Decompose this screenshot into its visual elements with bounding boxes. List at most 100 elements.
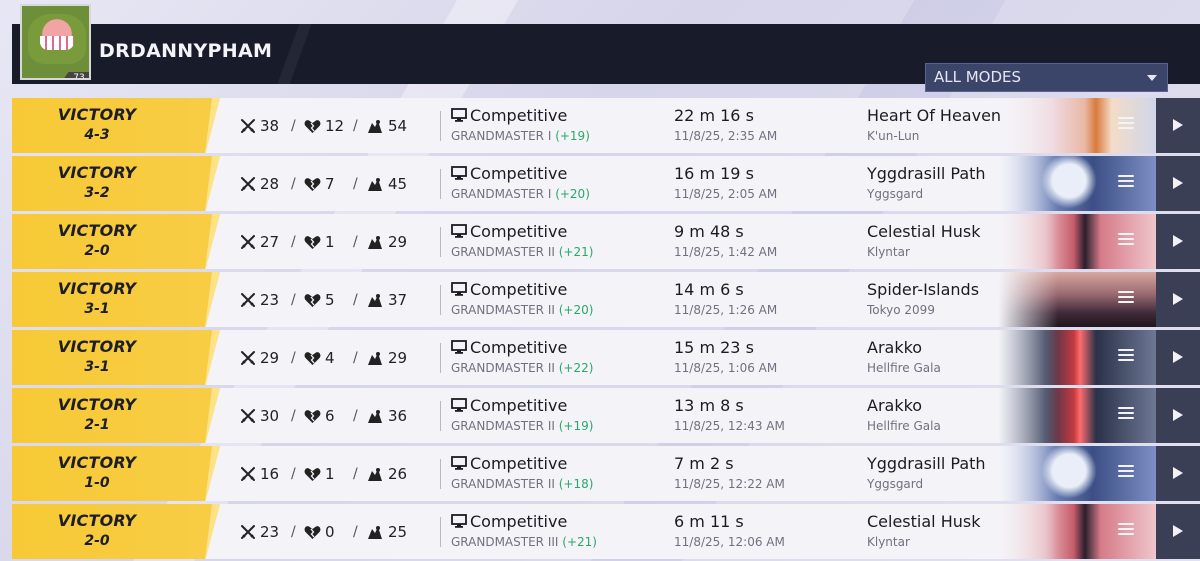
map-region: Tokyo 2099 — [867, 303, 935, 317]
assists-value: 29 — [388, 349, 408, 367]
map-name: Spider-Islands — [867, 280, 980, 299]
replay-play-button[interactable] — [1156, 388, 1200, 443]
monitor-icon — [451, 108, 470, 123]
rank-label: GRANDMASTER I — [451, 187, 552, 201]
assists-value: 54 — [388, 117, 408, 135]
replay-play-button[interactable] — [1156, 98, 1200, 153]
assists-stat: 45 — [366, 175, 407, 193]
match-duration: 14 m 6 s — [674, 280, 744, 299]
menu-icon[interactable] — [1118, 291, 1134, 305]
menu-icon[interactable] — [1118, 175, 1134, 189]
match-row[interactable]: VICTORY 2-1 30 / 6 / 36 Competitive GRAN… — [12, 388, 1200, 443]
broken-heart-icon — [304, 235, 325, 250]
map-region: K'un-Lun — [867, 129, 920, 143]
kills-stat: 27 — [240, 233, 279, 251]
rank-delta: (+18) — [558, 477, 594, 491]
rank-delta: (+19) — [558, 419, 594, 433]
replay-play-button[interactable] — [1156, 214, 1200, 269]
rank-info: GRANDMASTER I (+20) — [451, 187, 590, 201]
result-score: 2-1 — [84, 417, 110, 433]
replay-play-button[interactable] — [1156, 446, 1200, 501]
mode-filter-dropdown[interactable]: ALL MODES — [925, 63, 1168, 92]
column-divider — [440, 169, 441, 199]
kills-value: 29 — [260, 349, 280, 367]
match-duration: 22 m 16 s — [674, 106, 754, 125]
map-region: Hellfire Gala — [867, 361, 941, 375]
menu-icon[interactable] — [1118, 117, 1134, 131]
broken-heart-icon — [304, 409, 325, 424]
map-thumbnail-fade — [998, 446, 1058, 501]
deaths-stat: 4 — [304, 349, 335, 367]
stat-separator: / — [291, 524, 296, 540]
map-region: Yggsgard — [867, 187, 924, 201]
stat-separator: / — [353, 234, 358, 250]
map-name: Arakko — [867, 396, 923, 415]
replay-play-button[interactable] — [1156, 156, 1200, 211]
game-mode: Competitive — [451, 338, 567, 357]
menu-icon[interactable] — [1118, 233, 1134, 247]
match-row[interactable]: VICTORY 3-1 23 / 5 / 37 Competitive GRAN… — [12, 272, 1200, 327]
result-label: VICTORY — [57, 511, 137, 530]
game-mode-label: Competitive — [470, 280, 568, 299]
avatar[interactable]: 73 — [20, 4, 91, 80]
assists-value: 25 — [388, 523, 408, 541]
map-region: Yggsgard — [867, 477, 924, 491]
assists-stat: 54 — [366, 117, 407, 135]
deaths-stat: 6 — [304, 407, 335, 425]
kills-value: 27 — [260, 233, 280, 251]
map-region: Hellfire Gala — [867, 419, 941, 433]
menu-icon[interactable] — [1118, 349, 1134, 363]
match-row[interactable]: VICTORY 3-2 28 / 7 / 45 Competitive GRAN… — [12, 156, 1200, 211]
stat-separator: / — [291, 466, 296, 482]
stat-separator: / — [291, 292, 296, 308]
rank-info: GRANDMASTER II (+18) — [451, 477, 593, 491]
assists-stat: 29 — [366, 349, 407, 367]
assists-stat: 26 — [366, 465, 407, 483]
match-duration: 16 m 19 s — [674, 164, 754, 183]
match-row[interactable]: VICTORY 2-0 27 / 1 / 29 Competitive GRAN… — [12, 214, 1200, 269]
match-row[interactable]: VICTORY 2-0 23 / 0 / 25 Competitive GRAN… — [12, 504, 1200, 559]
rank-info: GRANDMASTER III (+21) — [451, 535, 597, 549]
menu-icon[interactable] — [1118, 407, 1134, 421]
stat-separator: / — [291, 408, 296, 424]
replay-play-button[interactable] — [1156, 330, 1200, 385]
monitor-icon — [451, 166, 470, 181]
assist-hand-icon — [366, 293, 388, 308]
result-score: 1-0 — [84, 475, 110, 491]
kills-value: 23 — [260, 523, 280, 541]
broken-heart-icon — [304, 177, 325, 192]
mode-filter-label: ALL MODES — [934, 68, 1022, 86]
match-row[interactable]: VICTORY 1-0 16 / 1 / 26 Competitive GRAN… — [12, 446, 1200, 501]
result-banner: VICTORY 4-3 — [12, 98, 220, 153]
kills-stat: 16 — [240, 465, 279, 483]
result-label: VICTORY — [57, 395, 137, 414]
game-mode-label: Competitive — [470, 396, 568, 415]
rank-delta: (+21) — [562, 535, 597, 549]
map-thumbnail-fade — [998, 272, 1058, 327]
broken-heart-icon — [304, 119, 325, 134]
rank-info: GRANDMASTER I (+19) — [451, 129, 590, 143]
crossed-swords-icon — [240, 176, 260, 192]
monitor-icon — [451, 456, 470, 471]
assist-hand-icon — [366, 351, 388, 366]
crossed-swords-icon — [240, 524, 260, 540]
rank-label: GRANDMASTER II — [451, 477, 555, 491]
username: DRDANNYPHAM — [99, 40, 273, 62]
result-label: VICTORY — [57, 337, 137, 356]
deaths-value: 0 — [325, 523, 335, 541]
broken-heart-icon — [304, 467, 325, 482]
crossed-swords-icon — [240, 408, 260, 424]
column-divider — [440, 517, 441, 547]
match-row[interactable]: VICTORY 3-1 29 / 4 / 29 Competitive GRAN… — [12, 330, 1200, 385]
menu-icon[interactable] — [1118, 465, 1134, 479]
result-score: 2-0 — [84, 533, 110, 549]
menu-icon[interactable] — [1118, 523, 1134, 537]
game-mode-label: Competitive — [470, 338, 568, 357]
replay-play-button[interactable] — [1156, 504, 1200, 559]
map-region: Klyntar — [867, 535, 910, 549]
map-name: Heart Of Heaven — [867, 106, 1002, 125]
map-thumbnail-fade — [998, 330, 1058, 385]
replay-play-button[interactable] — [1156, 272, 1200, 327]
match-row[interactable]: VICTORY 4-3 38 / 12 / 54 Competitive GRA… — [12, 98, 1200, 153]
chevron-down-icon — [1147, 75, 1157, 81]
